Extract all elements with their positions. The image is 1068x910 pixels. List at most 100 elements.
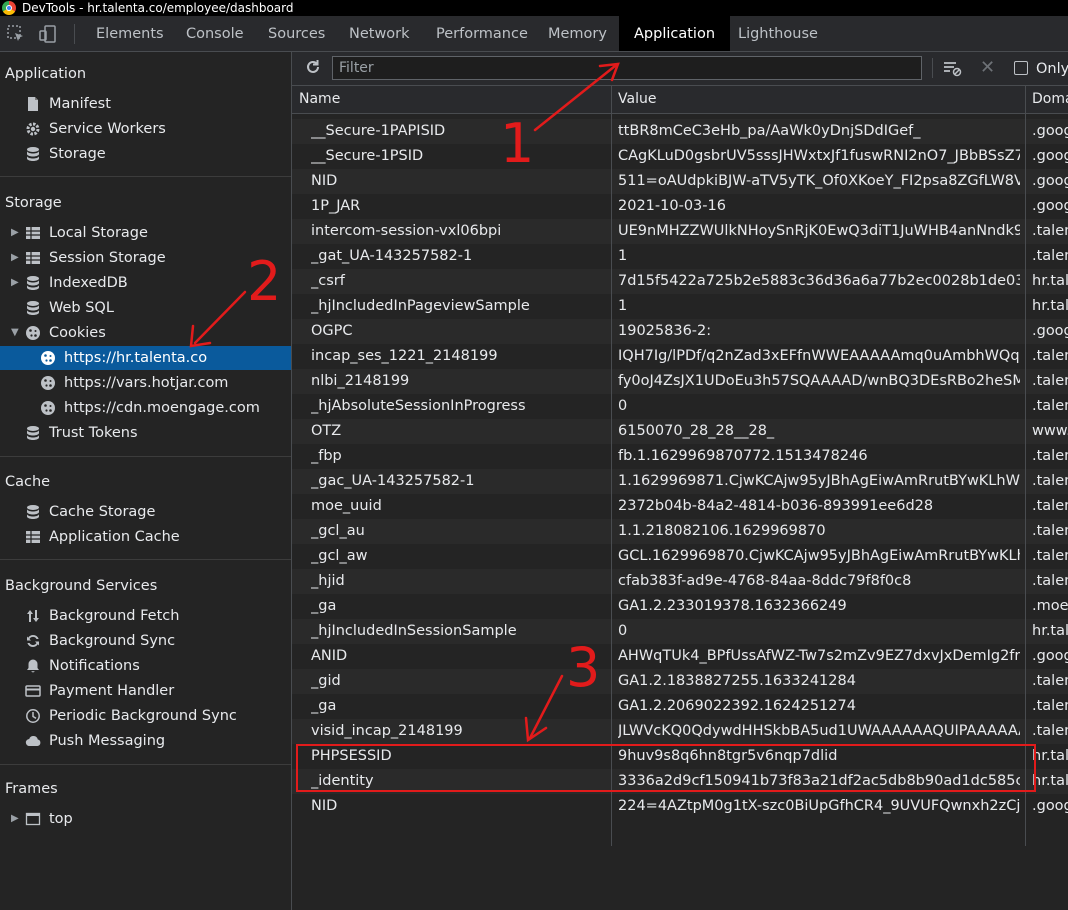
sidebar-item-cookie-vars-hotjar[interactable]: https://vars.hotjar.com [0,371,291,395]
cookie-name-cell: OTZ [311,423,342,439]
sidebar-item-label: https://cdn.moengage.com [64,400,260,416]
cookie-name-cell: _identity [311,773,374,789]
sidebar-item-application-cache[interactable]: Application Cache [0,525,291,549]
cookie-domain-cell: hr.tale [1032,748,1068,764]
table-row[interactable]: _csrf 7d15f5422a725b2e5883c36d36a6a77b2ec… [292,269,1068,294]
table-row[interactable]: visid_incap_2148199 JLWVcKQ0QdywdHHSkbBA5… [292,719,1068,744]
cookie-domain-cell: .goog [1032,798,1068,814]
expand-arrow-icon[interactable]: ▶ [11,246,19,270]
tab-performance[interactable]: Performance [436,16,528,51]
sidebar-item-label: Background Sync [49,633,176,649]
cookie-icon [40,400,56,416]
table-row[interactable]: __Secure-1PSID CAgKLuD0gsbrUV5sssJHWxtxJf… [292,144,1068,169]
sidebar-item-local-storage[interactable]: ▶ Local Storage [0,221,291,245]
table-row[interactable]: NID 224=4AZtpM0g1tX-szc0BiUpGfhCR4_9UVUFQ… [292,794,1068,819]
grid-icon [25,250,41,266]
table-row[interactable]: OGPC 19025836-2: .goog [292,319,1068,344]
collapse-arrow-icon[interactable]: ▼ [11,321,19,345]
table-row[interactable]: _gcl_aw GCL.1629969870.CjwKCAjw95yJBhAgEi… [292,544,1068,569]
cookie-value-cell: 2021-10-03-16 [618,198,726,214]
column-divider[interactable] [611,86,612,846]
cookie-name-cell: _gac_UA-143257582-1 [311,473,475,489]
delete-selected-icon[interactable]: ✕ [980,58,995,78]
sidebar-item-payment-handler[interactable]: Payment Handler [0,679,291,703]
table-row[interactable]: __Secure-1PAPISID ttBR8mCeC3eHb_pa/AaWk0y… [292,119,1068,144]
tab-network[interactable]: Network [349,16,410,51]
cookie-value-cell: 0 [618,398,628,414]
sidebar-item-background-fetch[interactable]: Background Fetch [0,604,291,628]
table-row[interactable]: _fbp fb.1.1629969870772.1513478246 .talent [292,444,1068,469]
sidebar-item-indexeddb[interactable]: ▶ IndexedDB [0,271,291,295]
tab-application[interactable]: Application [619,16,731,51]
column-header-domain[interactable]: Doma [1032,86,1068,113]
table-row[interactable]: nlbi_2148199 fy0oJ4ZsJX1UDoEu3h57SQAAAAD/… [292,369,1068,394]
sync-icon [25,633,41,649]
sidebar-item-web-sql[interactable]: Web SQL [0,296,291,320]
sidebar-item-label: Local Storage [49,225,148,241]
only-checkbox[interactable] [1014,61,1028,75]
column-header-name[interactable]: Name [299,86,609,113]
table-row[interactable]: _gid GA1.2.1838827255.1633241284 .talent [292,669,1068,694]
tab-console[interactable]: Console [186,16,244,51]
clear-filtered-icon[interactable] [942,59,962,81]
table-row[interactable]: incap_ses_1221_2148199 IQH7Ig/lPDf/q2nZad… [292,344,1068,369]
table-row[interactable]: _hjIncludedInPageviewSample 1 hr.tale [292,294,1068,319]
tab-memory[interactable]: Memory [548,16,607,51]
sidebar-item-frame-top[interactable]: ▶ top [0,807,291,831]
tab-elements[interactable]: Elements [96,16,164,51]
cookie-name-cell: _gat_UA-143257582-1 [311,248,473,264]
expand-arrow-icon[interactable]: ▶ [11,271,19,295]
expand-arrow-icon[interactable]: ▶ [11,221,19,245]
table-row[interactable]: PHPSESSID 9huv9s8q6hn8tgr5v6nqp7dlid hr.ta… [292,744,1068,769]
sidebar-item-cache-storage[interactable]: Cache Storage [0,500,291,524]
expand-arrow-icon[interactable]: ▶ [11,807,19,831]
table-row[interactable]: NID 511=oAUdpkiBJW-aTV5yTK_Of0XKoeY_FI2ps… [292,169,1068,194]
section-divider [0,559,291,560]
sidebar-item-cookie-cdn-moengage[interactable]: https://cdn.moengage.com [0,396,291,420]
sidebar-item-cookie-hr-talenta[interactable]: https://hr.talenta.co [0,346,291,370]
filter-input[interactable] [332,56,922,80]
cookie-value-cell: GCL.1629969870.CjwKCAjw95yJBhAgEiwAmRrut… [618,548,1020,564]
cookie-domain-cell: .talent [1032,723,1068,739]
table-row[interactable]: _gac_UA-143257582-1 1.1629969871.CjwKCAjw… [292,469,1068,494]
tab-sources[interactable]: Sources [268,16,325,51]
table-row[interactable]: moe_uuid 2372b04b-84a2-4814-b036-893991ee… [292,494,1068,519]
table-row[interactable]: _gat_UA-143257582-1 1 .talent [292,244,1068,269]
database-icon [25,504,41,520]
table-row[interactable]: _hjAbsoluteSessionInProgress 0 .talent [292,394,1068,419]
table-row[interactable]: _hjIncludedInSessionSample 0 hr.tale [292,619,1068,644]
table-row[interactable]: ANID AHWqTUk4_BPfUssAfWZ-Tw7s2mZv9EZ7dxvJ… [292,644,1068,669]
grid-icon [25,225,41,241]
cookie-name-cell: ANID [311,648,348,664]
cookie-name-cell: _hjid [311,573,345,589]
device-toolbar-icon[interactable] [38,24,58,44]
sidebar-item-periodic-background-sync[interactable]: Periodic Background Sync [0,704,291,728]
table-row[interactable]: _ga GA1.2.2069022392.1624251274 .talent [292,694,1068,719]
table-row[interactable]: intercom-session-vxl06bpi UE9nMHZZWUlkNHo… [292,219,1068,244]
window-title: DevTools - hr.talenta.co/employee/dashbo… [22,1,294,15]
column-header-value[interactable]: Value [618,86,1018,113]
sidebar-item-cookies[interactable]: ▼ Cookies [0,321,291,345]
sidebar-item-push-messaging[interactable]: Push Messaging [0,729,291,753]
cookie-name-cell: _fbp [311,448,342,464]
sidebar-item-manifest[interactable]: Manifest [0,92,291,116]
sidebar-item-trust-tokens[interactable]: Trust Tokens [0,421,291,445]
sidebar-item-background-sync[interactable]: Background Sync [0,629,291,653]
refresh-icon[interactable] [304,58,322,80]
cookie-value-cell: 2372b04b-84a2-4814-b036-893991ee6d28 [618,498,934,514]
inspect-element-icon[interactable] [6,24,26,44]
cookie-value-cell: IQH7Ig/lPDf/q2nZad3xEFfnWWEAAAAAmq0uAmbh… [618,348,1020,364]
bell-icon [25,658,41,674]
table-row[interactable]: _ga GA1.2.233019378.1632366249 .moen [292,594,1068,619]
column-divider[interactable] [1025,86,1026,846]
table-row[interactable]: _identity 3336a2d9cf150941b73f83a21df2ac5… [292,769,1068,794]
table-row[interactable]: _hjid cfab383f-ad9e-4768-84aa-8ddc79f8f0c… [292,569,1068,594]
table-row[interactable]: OTZ 6150070_28_28__28_ www.g [292,419,1068,444]
table-row[interactable]: 1P_JAR 2021-10-03-16 .goog [292,194,1068,219]
sidebar-item-notifications[interactable]: Notifications [0,654,291,678]
tab-lighthouse[interactable]: Lighthouse [738,16,818,51]
sidebar-item-storage[interactable]: Storage [0,142,291,166]
sidebar-item-service-workers[interactable]: Service Workers [0,117,291,141]
sidebar-item-session-storage[interactable]: ▶ Session Storage [0,246,291,270]
table-row[interactable]: _gcl_au 1.1.218082106.1629969870 .talent [292,519,1068,544]
